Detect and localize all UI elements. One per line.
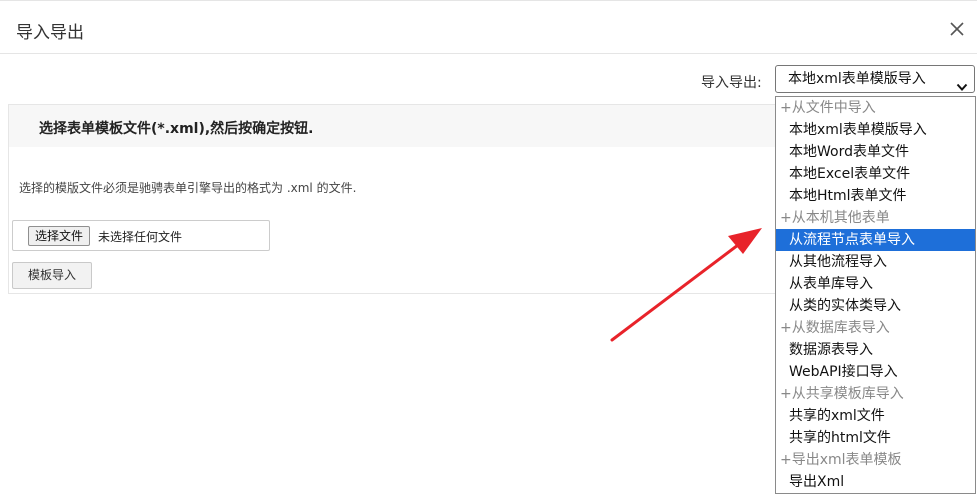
dropdown-option[interactable]: 数据源表导入 [776, 339, 975, 361]
panel-title: 选择表单模板文件(*.xml),然后按确定按钮. [39, 121, 314, 137]
dropdown-option[interactable]: 本地Html表单文件 [776, 185, 975, 207]
dropdown-group-label: +导出xml表单模板 [780, 452, 902, 468]
dropdown-group-label: +从文件中导入 [780, 100, 876, 116]
import-export-label: 导入导出: [701, 75, 762, 91]
dropdown-option[interactable]: 从表单库导入 [776, 273, 975, 295]
dropdown-option[interactable]: WebAPI接口导入 [776, 361, 975, 383]
close-icon[interactable] [946, 18, 968, 40]
dropdown-option[interactable]: 导出Xml [776, 471, 975, 493]
dropdown-option[interactable]: 共享的xml文件 [776, 405, 975, 427]
dropdown-option[interactable]: 本地Word表单文件 [776, 141, 975, 163]
select-value: 本地xml表单模版导入 [788, 71, 926, 87]
import-export-dropdown: +从文件中导入本地xml表单模版导入 本地Word表单文件 本地Excel表单文件本… [775, 96, 976, 494]
panel-header: 选择表单模板文件(*.xml),然后按确定按钮. [9, 105, 777, 147]
dropdown-option[interactable]: 从流程节点表单导入 [776, 229, 975, 251]
top-border [0, 0, 977, 5]
choose-file-button[interactable]: 选择文件 [28, 226, 91, 246]
header-divider [0, 53, 977, 54]
dropdown-option[interactable]: 共享的html文件 [776, 427, 975, 449]
dialog-title: 导入导出 [16, 23, 84, 43]
dropdown-option[interactable]: 本地xml表单模版导入 [776, 119, 975, 141]
dropdown-option[interactable]: 本地Excel表单文件 [776, 163, 975, 185]
dropdown-option[interactable]: 从其他流程导入 [776, 251, 975, 273]
template-import-button[interactable]: 模板导入 [12, 262, 92, 289]
dropdown-group-label: +从数据库表导入 [780, 320, 890, 336]
dropdown-option[interactable]: 从类的实体类导入 [776, 295, 975, 317]
import-export-select[interactable]: 本地xml表单模版导入 [775, 65, 975, 93]
panel-description: 选择的模版文件必须是驰骋表单引擎导出的格式为 .xml 的文件. [19, 181, 357, 195]
file-input[interactable]: 选择文件 未选择任何文件 [12, 220, 270, 251]
file-status: 未选择任何文件 [98, 230, 183, 244]
dropdown-group-label: +从共享模板库导入 [780, 386, 904, 402]
dropdown-group-label: +从本机其他表单 [780, 210, 890, 226]
import-panel: 选择表单模板文件(*.xml),然后按确定按钮. 选择的模版文件必须是驰骋表单引… [8, 104, 778, 294]
